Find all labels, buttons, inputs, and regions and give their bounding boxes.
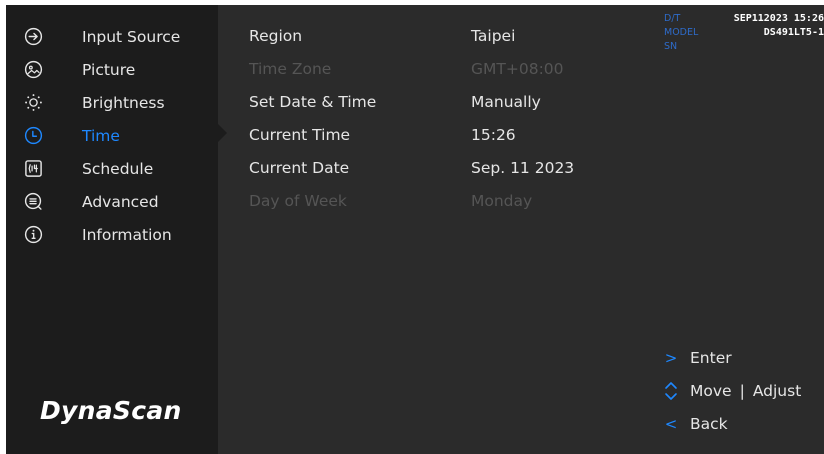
help-label: Back (690, 414, 728, 433)
setting-row-current-date[interactable]: Current Date Sep. 11 2023 (6, 152, 824, 185)
info-row-sn: SN (654, 41, 824, 55)
info-label: SN (664, 41, 678, 52)
setting-value: GMT+08:00 (471, 60, 564, 78)
setting-value: Monday (471, 192, 533, 210)
info-value: DS491LT5-1 (763, 27, 824, 38)
setting-row-day-of-week: Day of Week Monday (6, 185, 824, 218)
help-back: < Back (662, 407, 801, 440)
setting-label: Set Date & Time (249, 93, 377, 111)
setting-row-set-date-time[interactable]: Set Date & Time Manually (6, 86, 824, 119)
setting-row-time-zone: Time Zone GMT+08:00 (6, 53, 824, 86)
chevron-right-icon: > (664, 348, 678, 367)
sidebar-item-information[interactable]: Information (24, 218, 172, 251)
up-down-arrows-icon (662, 380, 680, 402)
setting-label: Time Zone (249, 60, 332, 78)
info-label: MODEL (664, 27, 699, 38)
setting-value: Manually (471, 93, 541, 111)
info-label: D/T (664, 13, 681, 24)
brand-logo: DynaScan (40, 396, 182, 425)
setting-label: Day of Week (249, 192, 347, 210)
move-label: Move (690, 381, 732, 400)
help-move-adjust: Move | Adjust (662, 374, 801, 407)
setting-value: Sep. 11 2023 (471, 159, 575, 177)
setting-value: 15:26 (471, 126, 516, 144)
help-label: Move | Adjust (690, 382, 801, 400)
separator: | (739, 381, 745, 400)
sidebar-item-label: Information (82, 225, 172, 244)
key-help: > Enter Move | Adjust < Back (662, 341, 802, 440)
setting-label: Region (249, 27, 303, 45)
info-icon (24, 225, 43, 244)
info-row-dt: D/T SEP112023 15:26 (654, 13, 824, 27)
info-value: SEP112023 15:26 (733, 13, 824, 24)
help-label: Enter (690, 348, 732, 367)
help-enter: > Enter (662, 341, 801, 374)
osd-screen: Input Source Picture Brightness Time Sch… (6, 5, 824, 454)
setting-label: Current Date (249, 159, 350, 177)
device-info-panel: D/T SEP112023 15:26 MODEL DS491LT5-1 SN (654, 13, 824, 55)
adjust-label: Adjust (752, 381, 802, 400)
chevron-left-icon: < (664, 414, 678, 433)
info-row-model: MODEL DS491LT5-1 (654, 27, 824, 41)
setting-row-current-time[interactable]: Current Time 15:26 (6, 119, 824, 152)
setting-label: Current Time (249, 126, 351, 144)
setting-value: Taipei (471, 27, 516, 45)
